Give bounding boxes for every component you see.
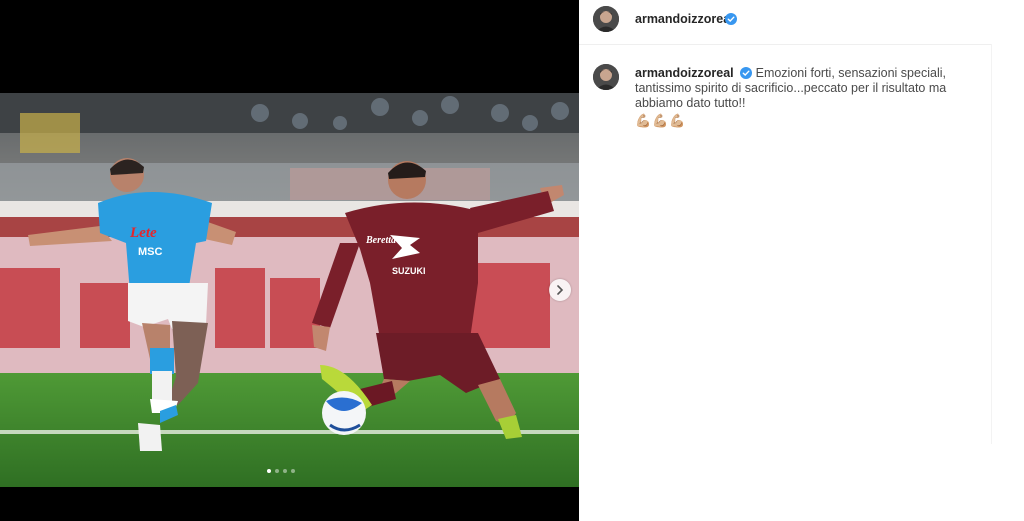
caption-username[interactable]: armandoizzoreal [635,66,734,80]
svg-text:SUZUKI: SUZUKI [392,266,426,276]
svg-text:MSC: MSC [138,246,163,258]
divider [991,44,992,444]
post-photo[interactable]: Lete MSC Beretta SUZUKI [0,93,579,487]
post-media-pane: Lete MSC Beretta SUZUKI [0,0,579,521]
verified-badge-icon [740,67,753,79]
chevron-right-icon [557,285,564,295]
caption-text-block: armandoizzoreal Emozioni forti, sensazio… [635,66,995,128]
carousel-indicator [267,469,295,473]
avatar[interactable] [593,64,619,90]
carousel-dot [267,469,271,473]
carousel-dot [275,469,279,473]
carousel-dot [283,469,287,473]
svg-text:Lete: Lete [129,225,157,241]
avatar[interactable] [593,6,619,32]
post-header: armandoizzoreal [579,0,991,45]
carousel-next-button[interactable] [549,279,571,301]
svg-text:Beretta: Beretta [365,235,396,246]
carousel-dot [291,469,295,473]
post-details-pane: armandoizzoreal armandoizzoreal Emozioni… [579,0,1024,521]
avatar-image [593,64,619,90]
flexed-biceps-emoji-icon: 💪🏼💪🏼💪🏼 [635,113,687,128]
verified-badge-icon [725,13,737,25]
header-username[interactable]: armandoizzoreal [635,12,734,26]
avatar-image [593,6,619,32]
